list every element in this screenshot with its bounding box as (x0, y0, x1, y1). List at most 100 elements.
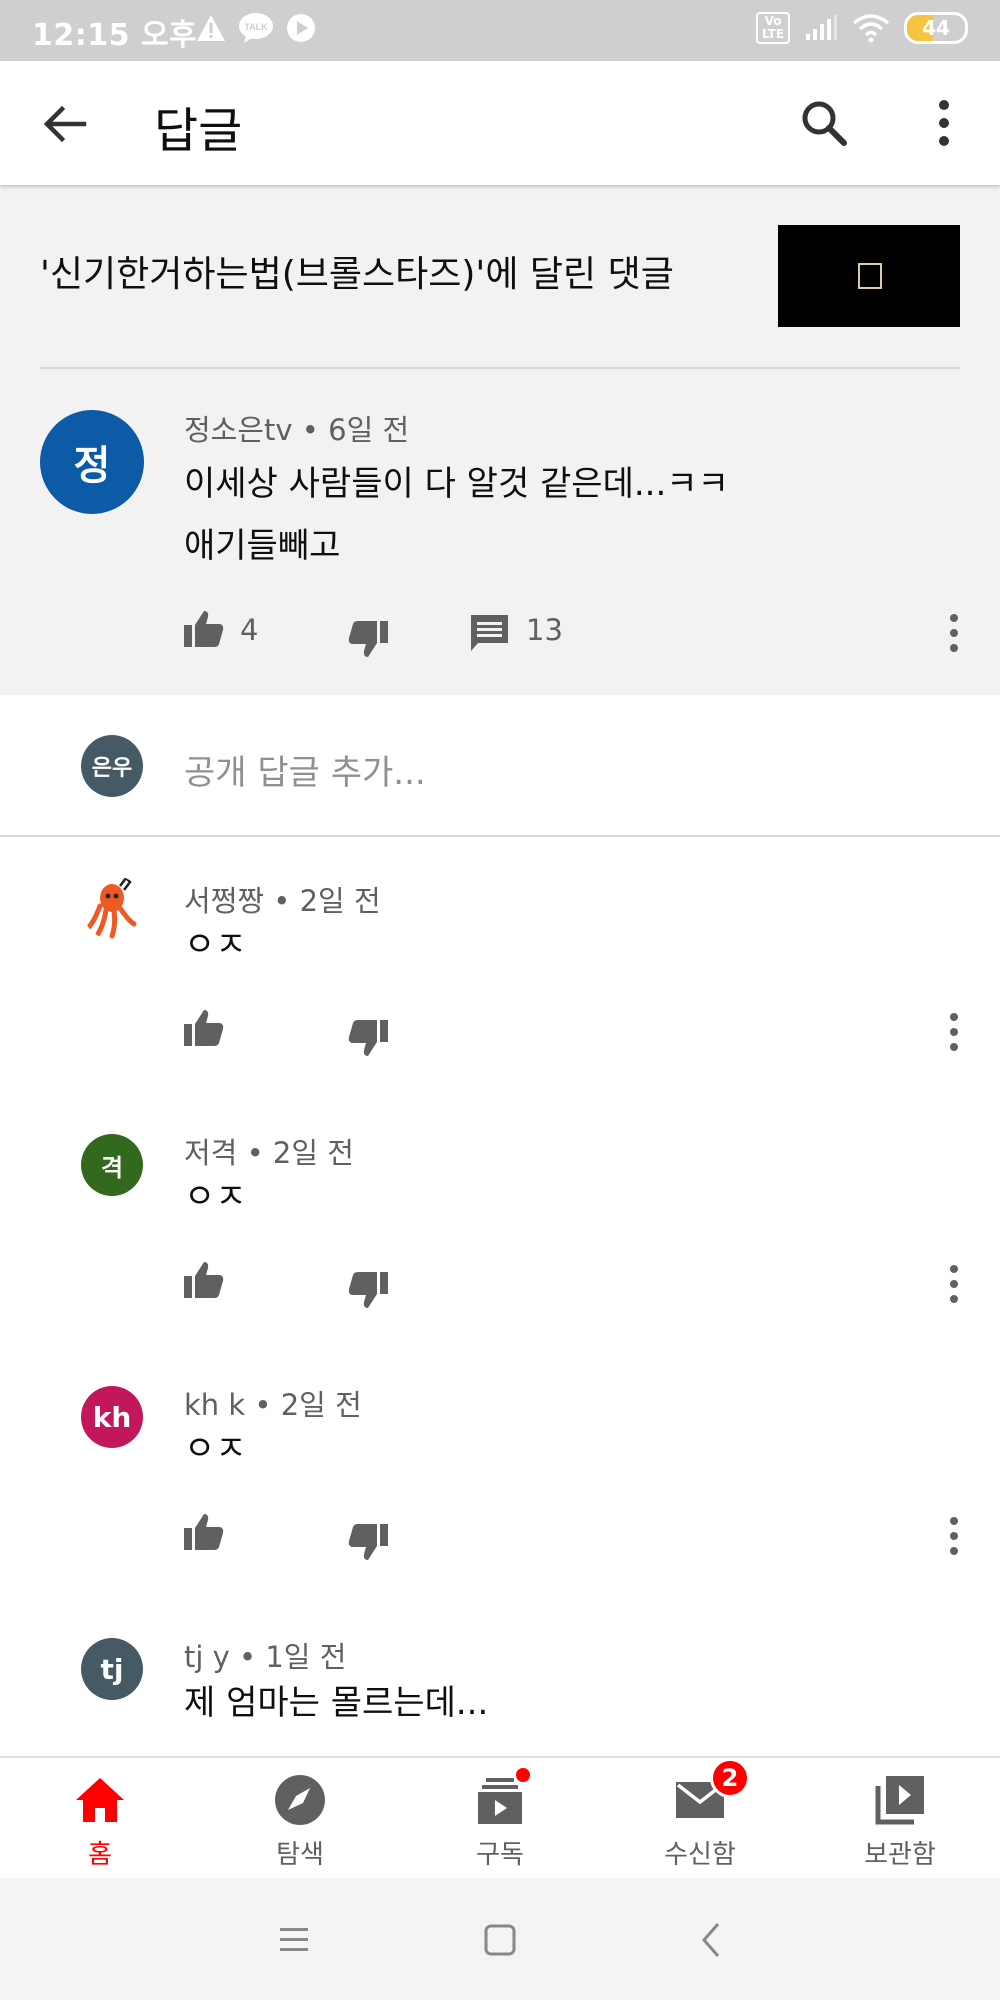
like-icon[interactable] (182, 607, 226, 651)
notification-dot (514, 1766, 532, 1784)
meta-separator: • (301, 413, 329, 447)
comment-more-icon[interactable] (944, 1012, 964, 1052)
comment-more-icon[interactable] (944, 1264, 964, 1304)
inbox-badge: 2 (710, 1758, 750, 1798)
avatar-initial: 격 (100, 1153, 124, 1182)
parent-comment-section: '신기한거하는법(브롤스타즈)'에 달린 댓글 정 정소은tv • 6일 전 이… (0, 185, 1000, 695)
comment-text: ㅇㅈ (184, 1177, 247, 1217)
avatar[interactable]: tj (81, 1638, 143, 1700)
comment-author[interactable]: tj y (184, 1640, 230, 1674)
home-button-icon[interactable] (478, 1918, 522, 1962)
reply-input-row: 은우 공개 답글 추가... (0, 695, 1000, 837)
inbox-icon: 2 (672, 1758, 750, 1828)
status-right-icons: Vo LTE 44 (756, 12, 968, 44)
nav-inbox[interactable]: 2 수신함 (630, 1758, 770, 1872)
reply-comment-icon[interactable] (468, 611, 512, 655)
nav-library[interactable]: 보관함 (830, 1772, 970, 1872)
comment-meta: tj y • 1일 전 (184, 1634, 346, 1676)
comment-text: 제 엄마는 몰르는데... (184, 1683, 489, 1723)
comment-meta: 서쩡짱 • 2일 전 (184, 878, 381, 920)
signal-icon (806, 15, 837, 40)
avatar[interactable]: 격 (81, 1134, 143, 1196)
comment-text-line: 이세상 사람들이 다 알것 같은데...ㅋㅋ (184, 464, 729, 504)
dislike-icon[interactable] (346, 1016, 390, 1060)
nav-label: 홈 (88, 1840, 112, 1870)
reply-input[interactable]: 공개 답글 추가... (184, 745, 426, 794)
nav-home[interactable]: 홈 (30, 1772, 170, 1872)
play-store-icon (287, 14, 315, 42)
comment-time: 2일 전 (299, 884, 381, 918)
compass-icon (275, 1775, 325, 1825)
nav-explore[interactable]: 탐색 (230, 1772, 370, 1872)
battery-icon: 44 (904, 12, 968, 44)
search-icon[interactable] (798, 97, 850, 149)
octopus-avatar-icon[interactable] (82, 876, 146, 940)
meta-separator: • (254, 1388, 281, 1422)
divider (40, 367, 960, 369)
video-title[interactable]: '신기한거하는법(브롤스타즈)'에 달린 댓글 (40, 245, 674, 297)
dislike-icon[interactable] (346, 1268, 390, 1312)
system-navigation-bar (0, 1878, 1000, 2000)
library-icon (875, 1776, 924, 1825)
like-icon[interactable] (182, 1258, 226, 1302)
meta-separator: • (239, 1640, 266, 1674)
avatar-initial: 은우 (91, 756, 133, 781)
bottom-navigation: 홈 탐색 구독 2 수신함 보관함 (0, 1756, 1000, 1878)
avatar[interactable]: kh (81, 1386, 143, 1448)
comment-time: 2일 전 (280, 1388, 362, 1422)
like-count: 4 (240, 613, 259, 647)
nav-subscriptions[interactable]: 구독 (430, 1766, 570, 1872)
nav-label: 수신함 (664, 1840, 736, 1870)
meta-separator: • (246, 1136, 273, 1170)
comment-author[interactable]: 정소은tv (184, 413, 293, 447)
nav-label: 구독 (476, 1840, 524, 1870)
nav-label: 보관함 (864, 1840, 936, 1870)
comment-time: 2일 전 (272, 1136, 354, 1170)
avatar-initial: 정 (73, 443, 111, 489)
comment-author[interactable]: 서쩡짱 (184, 884, 264, 918)
subscriptions-icon (472, 1766, 532, 1828)
comment-text: 이세상 사람들이 다 알것 같은데...ㅋㅋ 애기들빼고 (184, 453, 729, 577)
kakaotalk-icon-label: TALK (244, 22, 268, 32)
back-arrow-icon[interactable] (40, 99, 90, 149)
comment-more-icon[interactable] (944, 1516, 964, 1556)
wifi-icon (852, 14, 890, 43)
video-thumbnail[interactable] (778, 225, 960, 327)
comment-more-icon[interactable] (944, 613, 964, 653)
avatar: 은우 (81, 735, 143, 797)
page-title: 답글 (154, 103, 243, 159)
comment-author[interactable]: 저격 (184, 1136, 237, 1170)
home-icon (76, 1778, 124, 1822)
comment-text-line: 애기들빼고 (184, 526, 341, 566)
comment-meta: 정소은tv • 6일 전 (184, 407, 409, 449)
comment-time: 1일 전 (265, 1640, 347, 1674)
menu-icon[interactable] (272, 1918, 316, 1962)
warning-icon (197, 15, 225, 41)
avatar-initial: tj (100, 1652, 124, 1686)
back-button-icon[interactable] (690, 1918, 734, 1962)
more-options-icon[interactable] (920, 97, 968, 149)
nav-label: 탐색 (276, 1840, 324, 1870)
app-bar: 답글 (0, 61, 1000, 185)
kakaotalk-icon: TALK (239, 13, 273, 43)
volte-icon: Vo LTE (756, 12, 790, 44)
like-icon[interactable] (182, 1510, 226, 1554)
battery-level: 44 (922, 16, 950, 40)
dislike-icon[interactable] (346, 1520, 390, 1564)
status-time: 12:15 오후 (32, 18, 198, 53)
comment-author[interactable]: kh k (184, 1388, 245, 1422)
comment-time: 6일 전 (328, 413, 410, 447)
status-bar: 12:15 오후 TALK Vo LTE 44 (0, 0, 1000, 61)
dislike-icon[interactable] (346, 617, 390, 661)
comment-meta: 저격 • 2일 전 (184, 1130, 354, 1172)
avatar-initial: kh (92, 1400, 132, 1434)
avatar[interactable]: 정 (40, 410, 144, 514)
status-left-icons: TALK (196, 12, 316, 44)
comment-text: ㅇㅈ (184, 925, 247, 965)
meta-separator: • (273, 884, 300, 918)
comment-meta: kh k • 2일 전 (184, 1382, 362, 1424)
comment-text: ㅇㅈ (184, 1429, 247, 1469)
thumbnail-logo-icon (858, 263, 882, 289)
reply-count: 13 (526, 613, 563, 647)
like-icon[interactable] (182, 1006, 226, 1050)
